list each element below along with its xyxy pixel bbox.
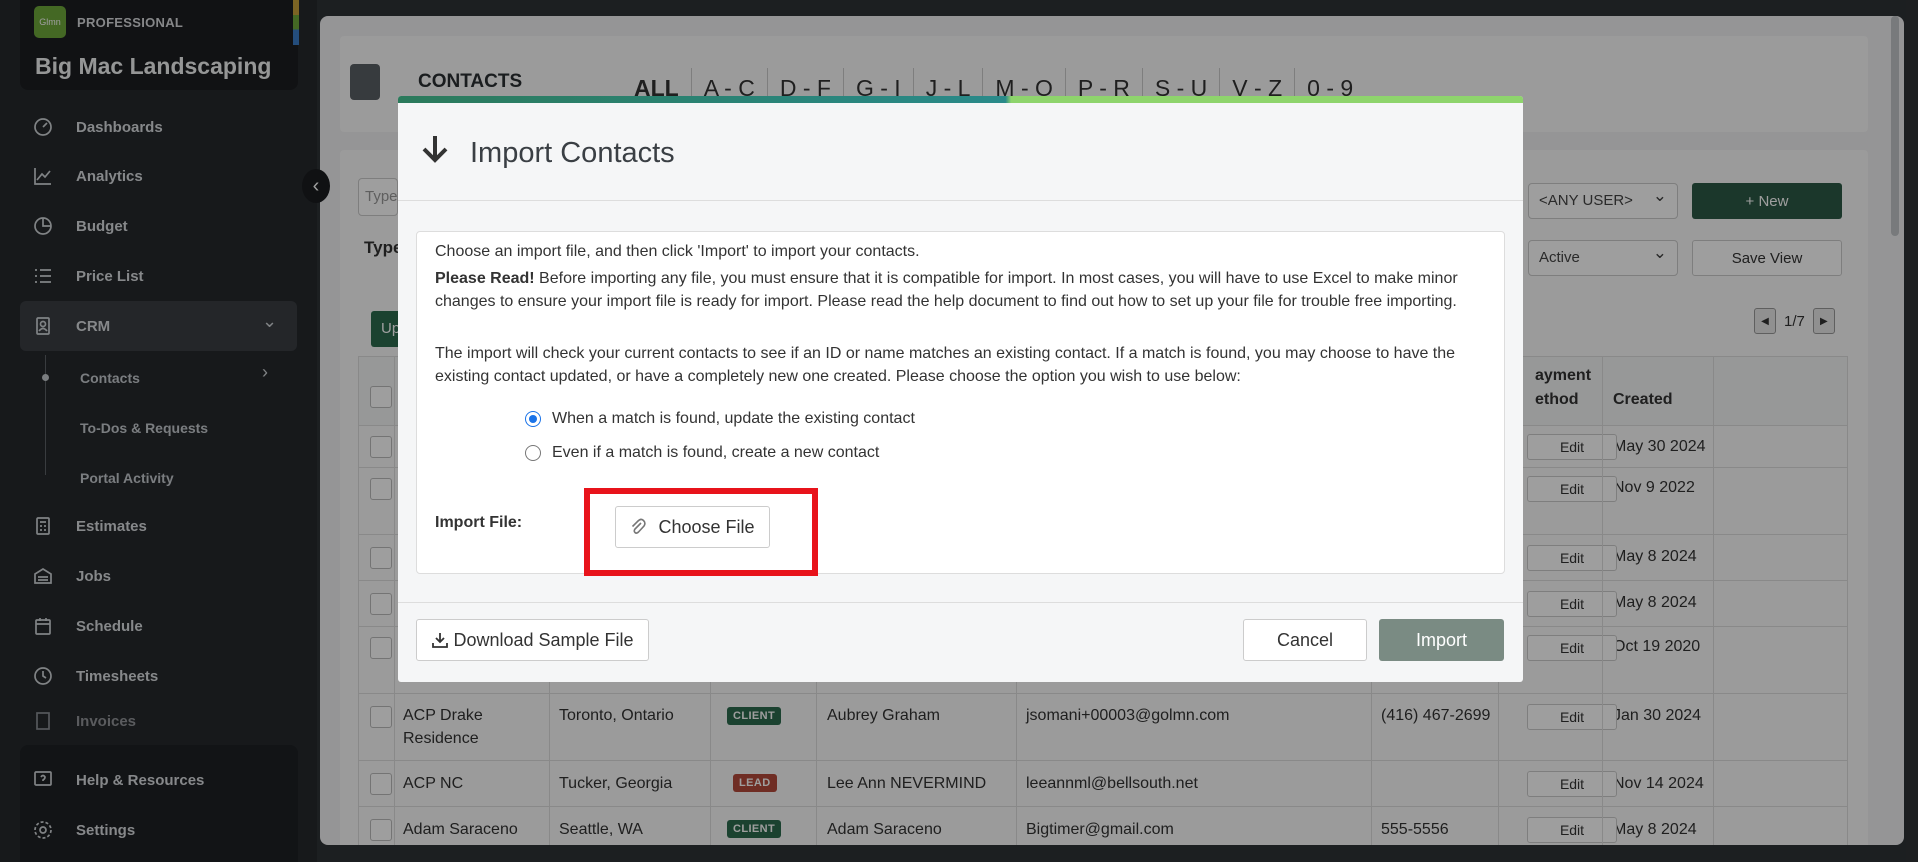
import-file-label: Import File: — [435, 514, 523, 531]
modal-footer: Download Sample File Cancel Import — [398, 602, 1523, 682]
please-read-label: Please Read! — [435, 270, 535, 287]
download-arrow-icon — [422, 136, 448, 163]
import-contacts-dialog: Import Contacts Choose an import file, a… — [398, 96, 1523, 682]
paperclip-icon — [632, 518, 647, 534]
intro-text: Choose an import file, and then click 'I… — [435, 243, 920, 260]
choose-file-label: Choose File — [658, 516, 755, 537]
please-read-text: Please Read! Before importing any file, … — [435, 267, 1485, 313]
modal-body: Choose an import file, and then click 'I… — [416, 231, 1505, 576]
modal-accent-bar — [398, 96, 1523, 103]
modal-title: Import Contacts — [470, 137, 675, 169]
download-sample-button[interactable]: Download Sample File — [416, 619, 649, 661]
download-sample-label: Download Sample File — [453, 629, 634, 650]
download-icon — [432, 633, 449, 648]
option-create-new[interactable]: Even if a match is found, create a new c… — [525, 444, 879, 462]
option-create-label: Even if a match is found, create a new c… — [552, 444, 880, 461]
radio-create[interactable] — [525, 445, 541, 461]
import-button[interactable]: Import — [1379, 619, 1504, 661]
choose-file-button[interactable]: Choose File — [615, 506, 770, 548]
please-read-body: Before importing any file, you must ensu… — [435, 270, 1458, 310]
radio-update[interactable] — [525, 411, 541, 427]
option-update-existing[interactable]: When a match is found, update the existi… — [525, 410, 915, 428]
modal-header: Import Contacts — [398, 103, 1523, 201]
option-update-label: When a match is found, update the existi… — [552, 410, 915, 427]
cancel-button[interactable]: Cancel — [1243, 619, 1367, 661]
match-text: The import will check your current conta… — [435, 345, 1456, 385]
